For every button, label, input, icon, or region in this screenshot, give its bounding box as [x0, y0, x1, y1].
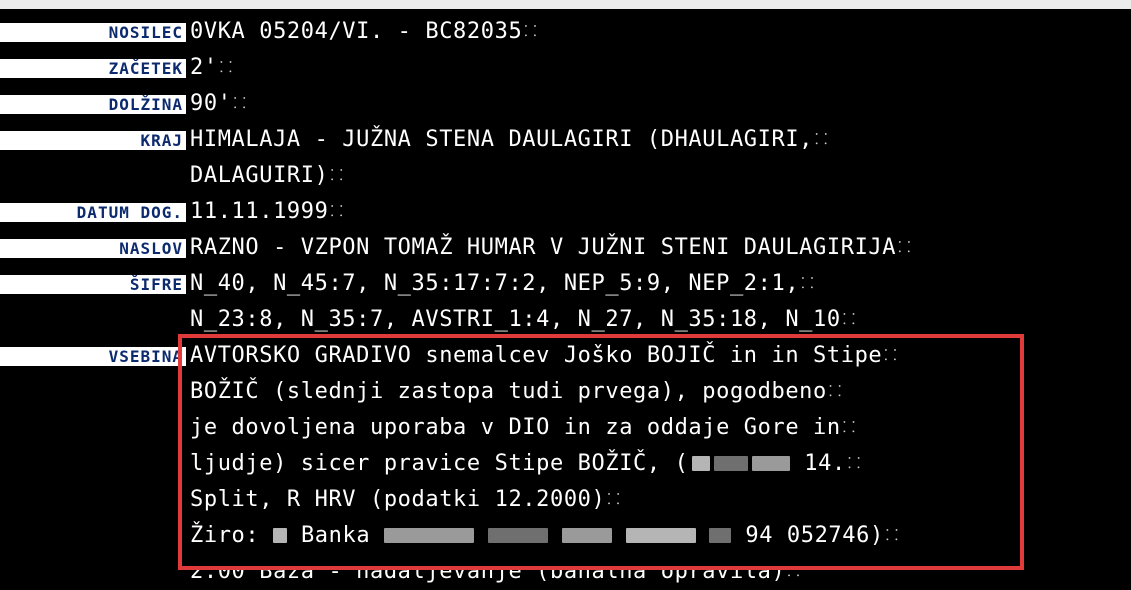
- field-end-marker: ⸬: [607, 490, 621, 508]
- field-end-marker: ⸬: [815, 130, 829, 148]
- field-label-vsebina: VSEBINA: [0, 347, 186, 366]
- field-end-marker: ⸬: [524, 22, 538, 40]
- field-end-marker: ⸬: [884, 346, 898, 364]
- redacted-block: [487, 528, 548, 543]
- redacted-block: [625, 528, 696, 543]
- field-value-kraj-line-1[interactable]: HIMALAJA - JUŽNA STENA DAULAGIRI (DHAULA…: [190, 124, 828, 155]
- field-value-vsebina-line-3[interactable]: je dovoljena uporaba v DIO in za oddaje …: [190, 412, 856, 443]
- field-label-naslov: NASLOV: [0, 239, 186, 258]
- field-value-vsebina-line-2[interactable]: BOŽIČ (slednji zastopa tudi prvega), pog…: [190, 376, 842, 407]
- field-end-marker: ⸬: [898, 238, 912, 256]
- field-end-marker: ⸬: [828, 382, 842, 400]
- field-value-datum-dog[interactable]: 11.11.1999 ⸬: [190, 196, 344, 227]
- field-value-nosilec[interactable]: 0VKA 05204/VI. - BC82035 ⸬: [190, 16, 537, 47]
- field-end-marker: ⸬: [233, 94, 247, 112]
- redacted-block: [561, 528, 612, 543]
- terminal-screen: NOSILEC ZAČETEK DOLŽINA KRAJ DATUM DOG. …: [0, 0, 1131, 590]
- field-end-marker: ⸬: [801, 274, 815, 292]
- top-border: [0, 0, 1131, 9]
- field-value-vsebina-line-6[interactable]: Žiro: Banka 94 052746) ⸬: [190, 520, 899, 551]
- field-label-kraj: KRAJ: [0, 131, 186, 150]
- field-value-vsebina-line-4[interactable]: ljudje) sicer pravice Stipe BOŽIČ, ( 14.…: [190, 448, 861, 479]
- field-label-datum-dog: DATUM DOG.: [0, 203, 186, 222]
- field-end-marker: ⸬: [787, 562, 801, 580]
- redacted-block: [692, 456, 711, 471]
- field-label-zacetek: ZAČETEK: [0, 59, 186, 78]
- field-value-naslov[interactable]: RAZNO - VZPON TOMAŽ HUMAR V JUŽNI STENI …: [190, 232, 911, 263]
- redacted-block: [714, 456, 749, 471]
- field-end-marker: ⸬: [219, 58, 233, 76]
- field-end-marker: ⸬: [330, 202, 344, 220]
- redacted-block: [752, 456, 791, 471]
- redacted-block: [709, 528, 732, 543]
- field-end-marker: ⸬: [842, 310, 856, 328]
- field-value-zacetek[interactable]: 2' ⸬: [190, 52, 233, 83]
- field-label-sifre: ŠIFRE: [0, 275, 186, 294]
- field-end-marker: ⸬: [330, 166, 344, 184]
- field-value-vsebina-line-1[interactable]: AVTORSKO GRADIVO snemalcev Joško BOJIČ i…: [190, 340, 897, 371]
- field-value-kraj-line-2[interactable]: DALAGUIRI) ⸬: [190, 160, 344, 191]
- field-value-vsebina-line-7-partial[interactable]: 2.00 Baza - nadaljevanje (banalna opravi…: [190, 562, 801, 587]
- field-label-dolzina: DOLŽINA: [0, 95, 186, 114]
- redacted-block: [384, 528, 475, 543]
- field-value-dolzina[interactable]: 90' ⸬: [190, 88, 247, 119]
- field-value-sifre-line-1[interactable]: N_40, N_45:7, N_35:17:7:2, NEP_5:9, NEP_…: [190, 268, 814, 299]
- field-value-sifre-line-2[interactable]: N_23:8, N_35:7, AVSTRI_1:4, N_27, N_35:1…: [190, 304, 856, 335]
- field-end-marker: ⸬: [847, 454, 861, 472]
- field-end-marker: ⸬: [842, 418, 856, 436]
- field-label-nosilec: NOSILEC: [0, 23, 186, 42]
- redacted-block: [273, 528, 288, 543]
- field-end-marker: ⸬: [885, 526, 899, 544]
- field-value-vsebina-line-5[interactable]: Split, R HRV (podatki 12.2000) ⸬: [190, 484, 620, 515]
